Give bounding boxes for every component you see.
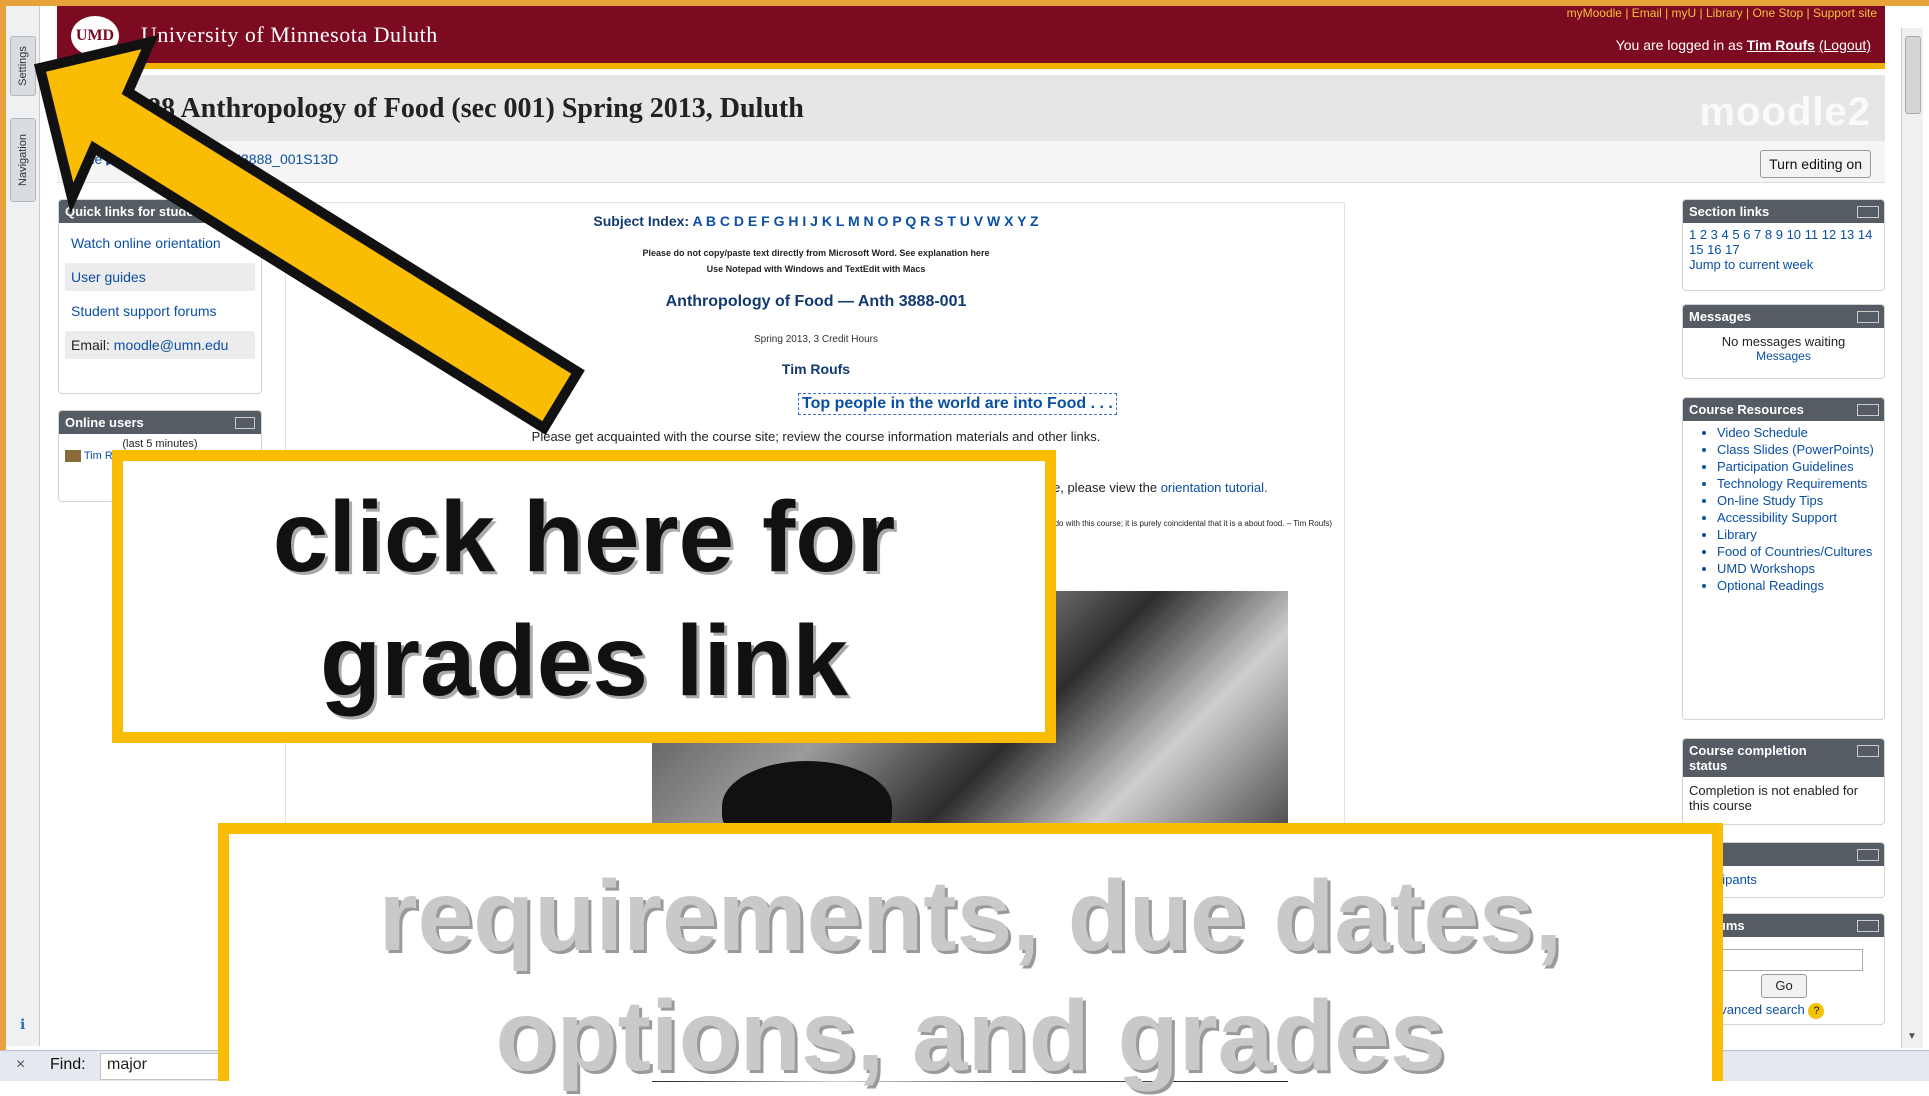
- arrow-shape: [33, 34, 585, 435]
- callout-requirements-text: requirements, due dates, options, and gr…: [378, 860, 1563, 1092]
- callout-requirements: requirements, due dates, options, and gr…: [218, 823, 1723, 1092]
- callout-grades-text: click here for grades link: [272, 481, 896, 717]
- callout-grades-link: click here for grades link: [112, 450, 1056, 743]
